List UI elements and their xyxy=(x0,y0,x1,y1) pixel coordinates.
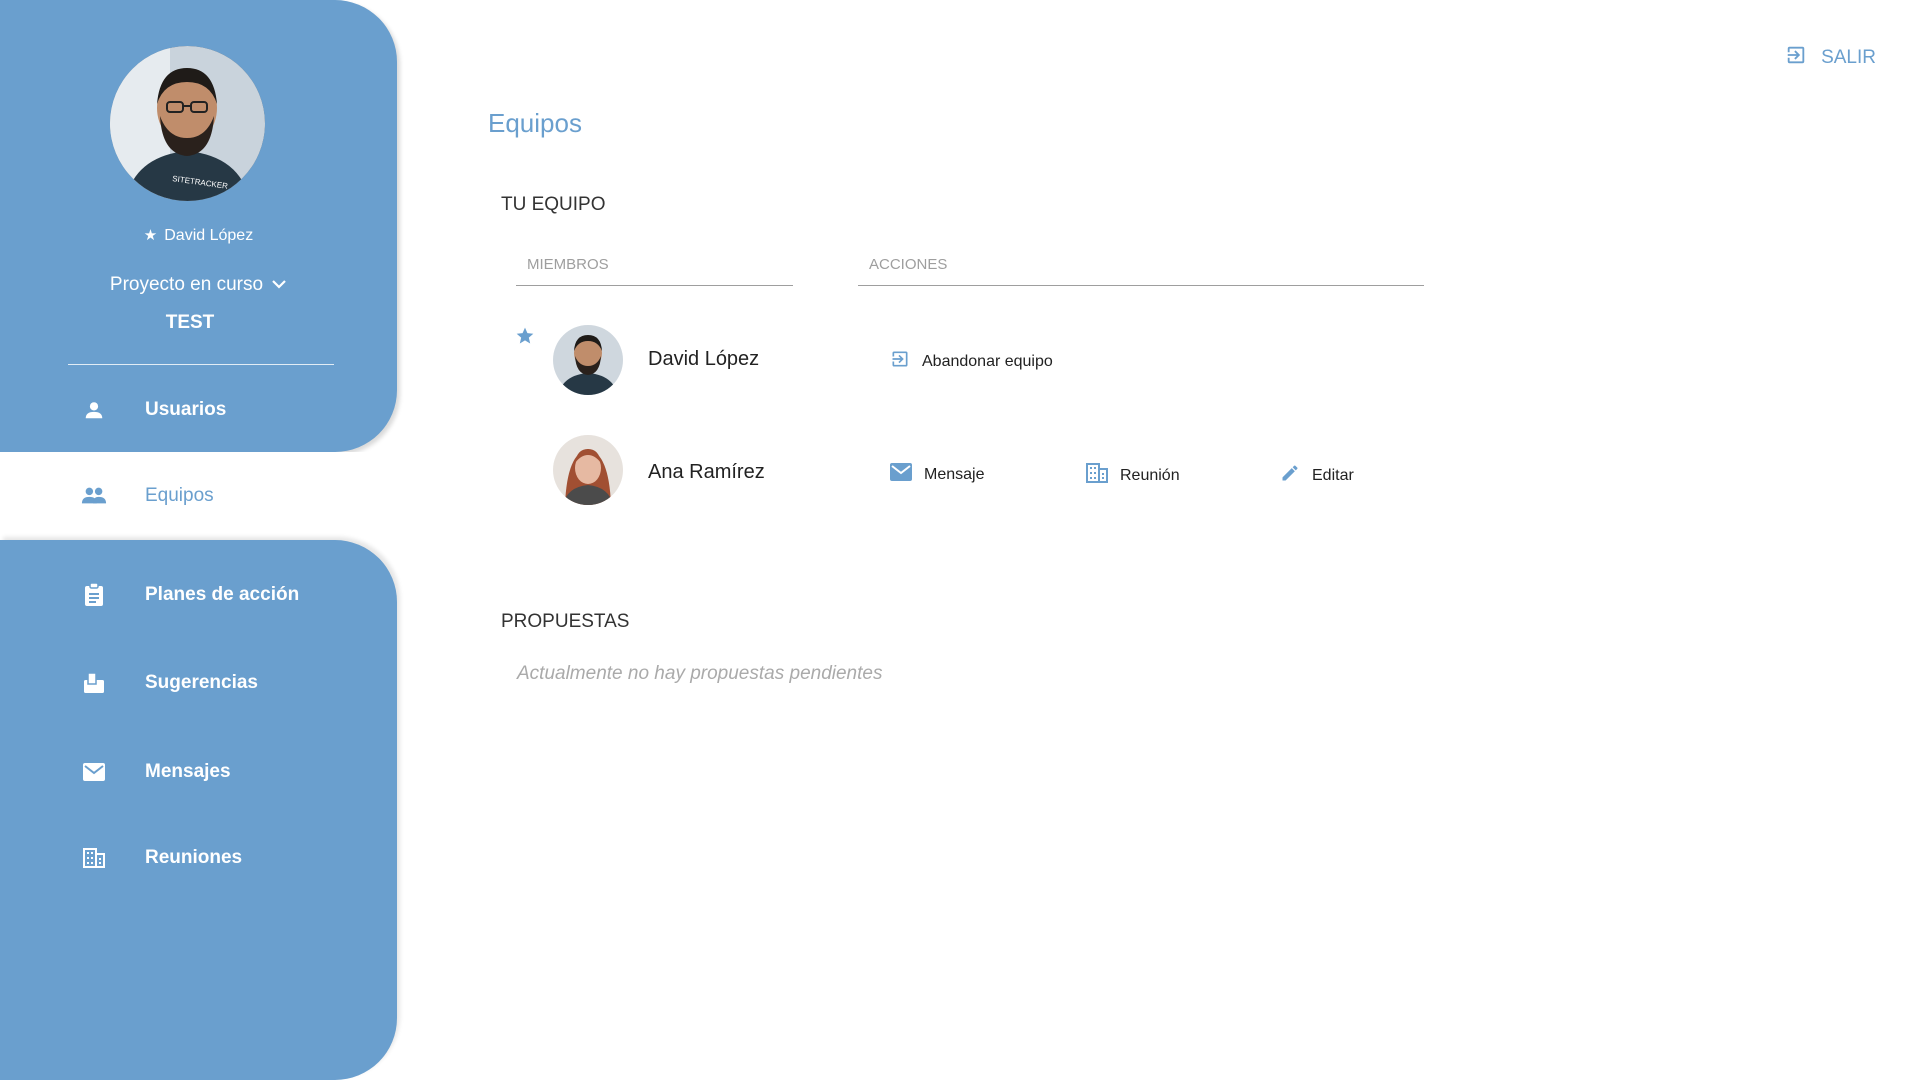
sidebar-item-equipos[interactable]: Equipos xyxy=(0,471,397,521)
sidebar-item-sugerencias[interactable]: Sugerencias xyxy=(0,658,397,708)
star-icon: ★ xyxy=(143,227,158,244)
sidebar-item-label: Usuarios xyxy=(145,399,227,420)
profile-avatar: SITETRACKER xyxy=(110,46,265,201)
sidebar-item-reuniones[interactable]: Reuniones xyxy=(0,833,397,883)
edit-button[interactable]: Editar xyxy=(1280,463,1354,488)
sidebar-item-mensajes[interactable]: Mensajes xyxy=(0,747,397,797)
proposals-section-title: PROPUESTAS xyxy=(501,611,630,632)
sidebar-active-row: Equipos xyxy=(0,452,397,540)
message-button[interactable]: Mensaje xyxy=(890,463,984,486)
leader-star-icon xyxy=(515,326,535,351)
building-icon xyxy=(1086,463,1120,488)
meeting-button[interactable]: Reunión xyxy=(1086,463,1180,488)
member-name: David López xyxy=(648,348,760,370)
sidebar-item-usuarios[interactable]: Usuarios xyxy=(0,385,397,435)
logout-icon xyxy=(1785,44,1821,72)
clipboard-icon xyxy=(81,582,107,608)
exit-button-label: SALIR xyxy=(1821,47,1876,68)
message-label: Mensaje xyxy=(924,465,985,483)
edit-label: Editar xyxy=(1312,466,1354,484)
sidebar-item-label: Equipos xyxy=(145,485,214,506)
mail-icon xyxy=(81,759,107,785)
meeting-label: Reunión xyxy=(1120,466,1180,484)
sidebar-item-label: Sugerencias xyxy=(145,672,258,693)
exit-button[interactable]: SALIR xyxy=(1785,44,1876,72)
sidebar-item-label: Planes de acción xyxy=(145,584,300,605)
logout-icon xyxy=(890,349,922,374)
members-column-header: MIEMBROS xyxy=(516,256,793,286)
group-icon xyxy=(81,483,107,509)
leave-team-label: Abandonar equipo xyxy=(922,352,1053,370)
mail-icon xyxy=(890,463,924,486)
team-section-title: TU EQUIPO xyxy=(501,194,606,215)
project-selector-label: Proyecto en curso xyxy=(109,274,264,296)
sidebar-bottom-panel: Planes de acción Sugerencias Mensajes Re… xyxy=(0,540,397,1080)
suggestion-box-icon xyxy=(81,670,107,696)
chevron-down-icon xyxy=(271,274,287,296)
actions-column-header: ACCIONES xyxy=(858,256,1424,286)
sidebar-item-label: Reuniones xyxy=(145,847,243,868)
sidebar-item-planes[interactable]: Planes de acción xyxy=(0,570,397,620)
sidebar-top-panel: SITETRACKER ★ David López Proyecto en cur… xyxy=(0,0,397,452)
sidebar-divider xyxy=(68,364,334,365)
member-avatar xyxy=(553,435,623,505)
pencil-icon xyxy=(1280,463,1312,488)
member-avatar xyxy=(553,325,623,395)
project-selector[interactable]: Proyecto en curso xyxy=(0,274,397,296)
project-name: TEST xyxy=(165,312,215,333)
profile-name: ★ David López xyxy=(143,227,254,244)
proposals-empty-text: Actualmente no hay propuestas pendientes xyxy=(517,663,883,684)
member-name: Ana Ramírez xyxy=(648,461,765,483)
person-icon xyxy=(81,397,107,423)
building-icon xyxy=(81,845,107,871)
leave-team-button[interactable]: Abandonar equipo xyxy=(890,349,1053,374)
sidebar-item-label: Mensajes xyxy=(145,761,231,782)
page-title: Equipos xyxy=(488,108,582,138)
